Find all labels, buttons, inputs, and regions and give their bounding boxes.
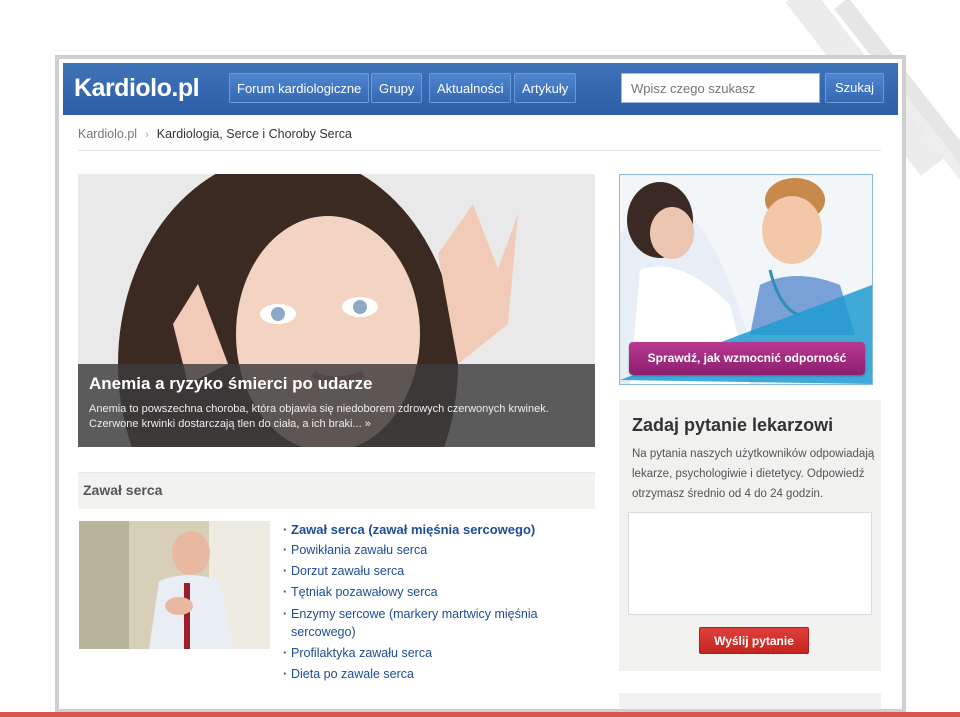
list-item[interactable]: Enzymy sercowe (markery martwicy mięśnia… bbox=[283, 605, 583, 641]
list-item[interactable]: Dieta po zawale serca bbox=[283, 664, 583, 685]
breadcrumb-separator: › bbox=[145, 129, 149, 141]
article-link-list: Zawał serca (zawał mięśnia sercowego) Po… bbox=[283, 519, 583, 685]
ad-banner[interactable]: Sprawdź, jak wzmocnić odporność dziecka! bbox=[629, 342, 865, 375]
nav-news[interactable]: Aktualności bbox=[429, 73, 512, 103]
nav-forum[interactable]: Forum kardiologiczne bbox=[229, 73, 370, 103]
section-photo bbox=[79, 521, 270, 649]
send-question-button[interactable]: Wyślij pytanie bbox=[699, 627, 809, 654]
list-item[interactable]: Powikłania zawału serca bbox=[283, 540, 583, 561]
breadcrumb-home[interactable]: Kardiolo.pl bbox=[78, 127, 137, 141]
hero-article[interactable]: Anemia a ryzyko śmierci po udarze Anemia… bbox=[78, 174, 595, 447]
breadcrumb-current: Kardiologia, Serce i Choroby Serca bbox=[156, 127, 352, 141]
hero-caption: Anemia a ryzyko śmierci po udarze Anemia… bbox=[78, 364, 595, 447]
question-textarea[interactable] bbox=[628, 512, 872, 615]
search-button[interactable]: Szukaj bbox=[825, 73, 885, 103]
divider bbox=[78, 150, 881, 151]
list-item[interactable]: Profilaktyka zawału serca bbox=[283, 643, 583, 664]
bottom-accent-line bbox=[0, 712, 960, 717]
site-header: Kardiolo.pl Forum kardiologiczne Grupy A… bbox=[63, 63, 898, 115]
site-logo[interactable]: Kardiolo.pl bbox=[74, 74, 200, 103]
section-title: Zawał serca bbox=[83, 482, 163, 498]
ask-description: Na pytania naszych użytkowników odpowiad… bbox=[632, 448, 875, 500]
advertisement[interactable]: Sprawdź, jak wzmocnić odporność dziecka! bbox=[619, 174, 873, 385]
next-sidebar-box bbox=[619, 693, 881, 709]
section-header: Zawał serca bbox=[78, 472, 595, 509]
section-thumbnail[interactable] bbox=[79, 521, 270, 649]
website-frame: Kardiolo.pl Forum kardiologiczne Grupy A… bbox=[55, 55, 906, 713]
ask-title: Zadaj pytanie lekarzowi bbox=[632, 415, 834, 435]
search-input[interactable] bbox=[621, 73, 820, 103]
list-item[interactable]: Tętniak pozawałowy serca bbox=[283, 582, 583, 603]
hero-excerpt[interactable]: Anemia to powszechna choroba, która obja… bbox=[89, 402, 569, 432]
list-item[interactable]: Zawał serca (zawał mięśnia sercowego) bbox=[283, 519, 583, 540]
nav-groups[interactable]: Grupy bbox=[371, 73, 423, 103]
ask-doctor-box: Zadaj pytanie lekarzowi Na pytania naszy… bbox=[619, 400, 881, 671]
hero-title[interactable]: Anemia a ryzyko śmierci po udarze bbox=[89, 374, 372, 394]
nav-articles[interactable]: Artykuły bbox=[514, 73, 577, 103]
breadcrumb: Kardiolo.pl › Kardiologia, Serce i Choroby… bbox=[78, 127, 352, 141]
list-item[interactable]: Dorzut zawału serca bbox=[283, 561, 583, 582]
